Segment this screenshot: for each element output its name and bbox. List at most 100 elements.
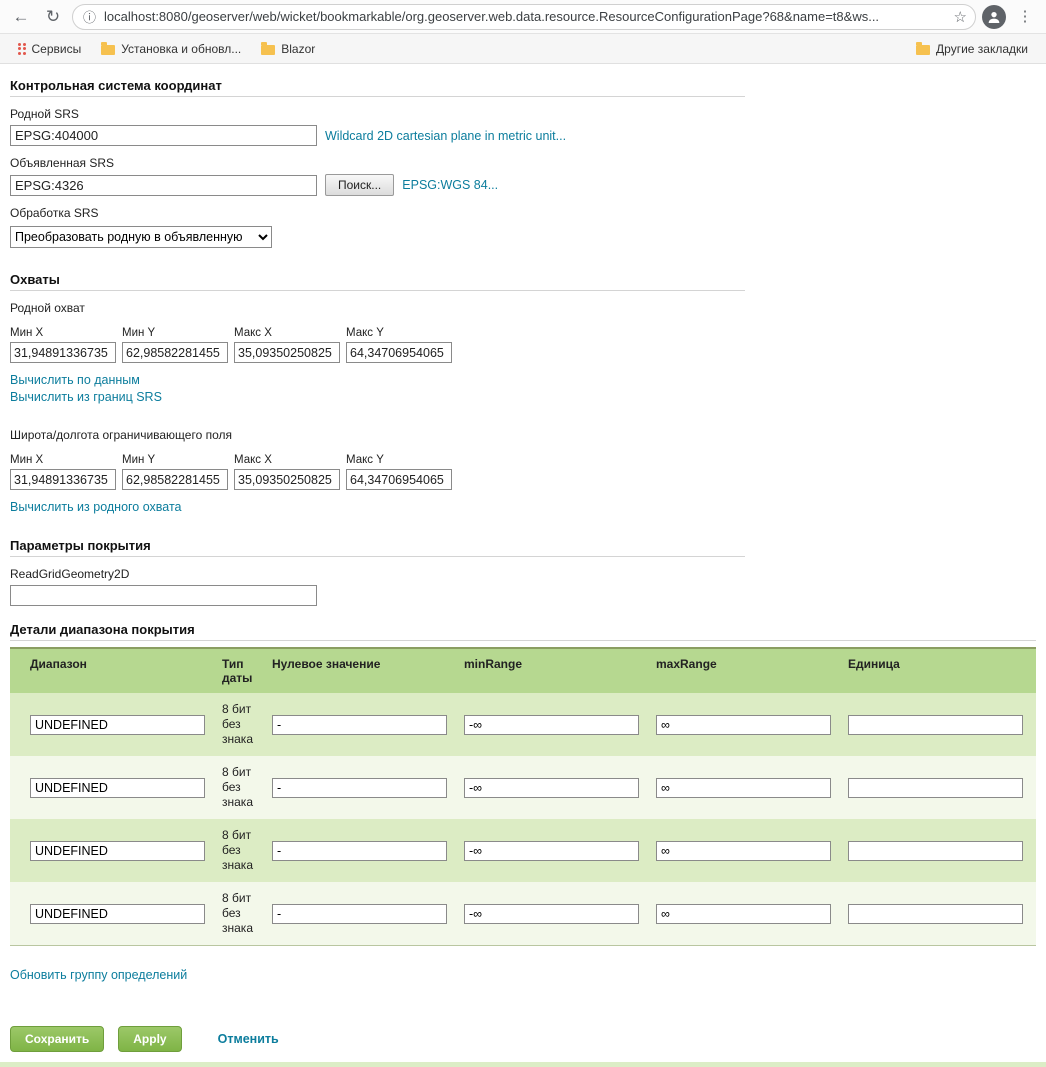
maxy-label: Макс Y — [346, 448, 454, 469]
native-srs-input[interactable] — [10, 125, 317, 146]
native-maxy-input[interactable] — [346, 342, 452, 363]
declared-srs-input[interactable] — [10, 175, 317, 196]
folder-icon — [916, 45, 930, 55]
band-min-input[interactable] — [464, 841, 639, 861]
bookmark-folder-install[interactable]: Установка и обновл... — [93, 39, 249, 59]
compute-from-srs-link[interactable]: Вычислить из границ SRS — [10, 390, 1036, 404]
latlon-bbox-label: Широта/долгота ограничивающего поля — [10, 428, 1036, 442]
band-unit-input[interactable] — [848, 778, 1023, 798]
latlon-miny-input[interactable] — [122, 469, 228, 490]
band-unit-input[interactable] — [848, 904, 1023, 924]
bookmark-other-bookmarks[interactable]: Другие закладки — [908, 39, 1036, 59]
bookmark-label: Другие закладки — [936, 42, 1028, 56]
col-band: Диапазон — [10, 648, 222, 693]
native-srs-description-link[interactable]: Wildcard 2D cartesian plane in metric un… — [325, 129, 566, 143]
band-max-input[interactable] — [656, 841, 831, 861]
bookmark-label: Сервисы — [32, 42, 82, 56]
native-minx-input[interactable] — [10, 342, 116, 363]
bookmark-star-icon[interactable]: ☆ — [954, 8, 967, 26]
band-datatype: 8 бит без знака — [222, 828, 253, 872]
col-nullvalue: Нулевое значение — [272, 648, 464, 693]
readgridgeometry-label: ReadGridGeometry2D — [10, 567, 1036, 581]
band-name-input[interactable] — [30, 904, 205, 924]
browser-chrome: ← ↻ ⓘ localhost:8080/geoserver/web/wicke… — [0, 0, 1046, 64]
band-min-input[interactable] — [464, 778, 639, 798]
band-max-input[interactable] — [656, 904, 831, 924]
col-datatype: Тип даты — [222, 648, 272, 693]
band-null-input[interactable] — [272, 778, 447, 798]
native-bbox-label: Родной охват — [10, 301, 1036, 315]
band-null-input[interactable] — [272, 904, 447, 924]
native-miny-input[interactable] — [122, 342, 228, 363]
bookmark-label: Установка и обновл... — [121, 42, 241, 56]
maxy-label: Макс Y — [346, 321, 454, 342]
col-maxrange: maxRange — [656, 648, 848, 693]
bookmark-folder-blazor[interactable]: Blazor — [253, 39, 323, 59]
compute-from-data-link[interactable]: Вычислить по данным — [10, 373, 1036, 387]
latlon-maxx-input[interactable] — [234, 469, 340, 490]
folder-icon — [101, 45, 115, 55]
profile-avatar[interactable] — [982, 5, 1006, 29]
band-min-input[interactable] — [464, 715, 639, 735]
declared-srs-label: Объявленная SRS — [10, 156, 1036, 170]
page-info-icon[interactable]: ⓘ — [83, 7, 96, 26]
footer-strip — [0, 1062, 1046, 1067]
col-unit: Единица — [848, 648, 1036, 693]
col-minrange: minRange — [464, 648, 656, 693]
section-title-bounds: Охваты — [10, 272, 745, 291]
band-datatype: 8 бит без знака — [222, 702, 253, 746]
section-title-crs: Контрольная система координат — [10, 78, 745, 97]
native-srs-label: Родной SRS — [10, 107, 1036, 121]
table-header-row: Диапазон Тип даты Нулевое значение minRa… — [10, 648, 1036, 693]
url-text[interactable]: localhost:8080/geoserver/web/wicket/book… — [104, 9, 946, 24]
band-unit-input[interactable] — [848, 715, 1023, 735]
bookmark-services[interactable]: Сервисы — [10, 39, 89, 59]
back-icon[interactable]: ← — [8, 4, 34, 30]
cancel-link[interactable]: Отменить — [218, 1032, 279, 1046]
readgridgeometry-input[interactable] — [10, 585, 317, 606]
compute-from-native-link[interactable]: Вычислить из родного охвата — [10, 500, 1036, 514]
band-datatype: 8 бит без знака — [222, 765, 253, 809]
find-srs-button[interactable]: Поиск... — [325, 174, 394, 196]
form-actions: Сохранить Apply Отменить — [10, 1026, 1036, 1052]
band-row: 8 бит без знака — [10, 756, 1036, 819]
band-datatype: 8 бит без знака — [222, 891, 253, 935]
address-bar[interactable]: ⓘ localhost:8080/geoserver/web/wicket/bo… — [72, 4, 976, 30]
resource-configuration-page: Контрольная система координат Родной SRS… — [0, 64, 1046, 1067]
band-name-input[interactable] — [30, 841, 205, 861]
band-max-input[interactable] — [656, 715, 831, 735]
minx-label: Мин X — [10, 321, 118, 342]
band-row: 8 бит без знака — [10, 819, 1036, 882]
band-min-input[interactable] — [464, 904, 639, 924]
latlon-bbox: Мин X Мин Y Макс X Макс Y Вычислить из р… — [10, 448, 1036, 514]
band-null-input[interactable] — [272, 715, 447, 735]
folder-icon — [261, 45, 275, 55]
miny-label: Мин Y — [122, 448, 230, 469]
band-name-input[interactable] — [30, 715, 205, 735]
band-unit-input[interactable] — [848, 841, 1023, 861]
band-row: 8 бит без знака — [10, 693, 1036, 756]
latlon-maxy-input[interactable] — [346, 469, 452, 490]
maxx-label: Макс X — [234, 321, 342, 342]
reload-icon[interactable]: ↻ — [40, 4, 66, 30]
save-button[interactable]: Сохранить — [10, 1026, 104, 1052]
bookmark-label: Blazor — [281, 42, 315, 56]
section-title-band-details: Детали диапазона покрытия — [10, 622, 1036, 641]
native-bbox: Мин X Мин Y Макс X Макс Y Вычислить по д… — [10, 321, 1036, 404]
band-row: 8 бит без знака — [10, 882, 1036, 946]
latlon-minx-input[interactable] — [10, 469, 116, 490]
band-name-input[interactable] — [30, 778, 205, 798]
srs-handling-select[interactable]: Преобразовать родную в объявленную — [10, 226, 272, 248]
band-max-input[interactable] — [656, 778, 831, 798]
browser-toolbar: ← ↻ ⓘ localhost:8080/geoserver/web/wicke… — [0, 0, 1046, 34]
browser-menu-icon[interactable]: ⋮ — [1012, 4, 1038, 30]
band-null-input[interactable] — [272, 841, 447, 861]
person-icon — [986, 9, 1002, 25]
services-icon — [18, 43, 26, 55]
section-title-coverage-params: Параметры покрытия — [10, 538, 745, 557]
apply-button[interactable]: Apply — [118, 1026, 181, 1052]
minx-label: Мин X — [10, 448, 118, 469]
srs-handling-label: Обработка SRS — [10, 206, 1036, 220]
native-maxx-input[interactable] — [234, 342, 340, 363]
declared-srs-description-link[interactable]: EPSG:WGS 84... — [402, 178, 498, 192]
